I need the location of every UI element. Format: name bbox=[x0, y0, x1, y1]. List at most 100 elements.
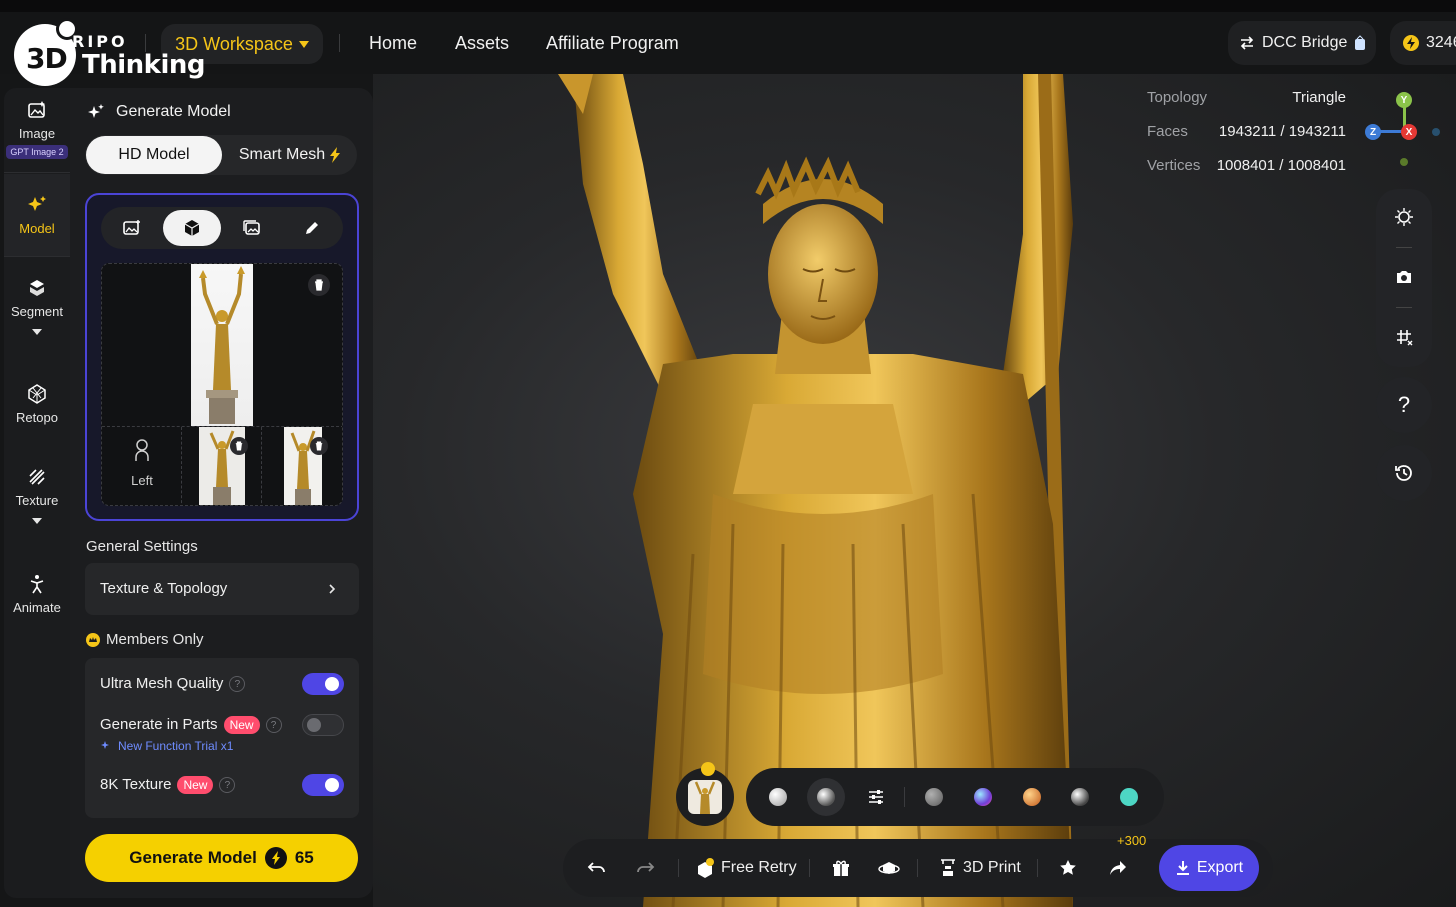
material-bar bbox=[746, 768, 1164, 826]
mint-material-ball[interactable] bbox=[1120, 788, 1138, 806]
vertices-label: Vertices bbox=[1147, 157, 1201, 174]
help-icon[interactable]: ? bbox=[229, 676, 246, 693]
generate-in-parts-toggle[interactable] bbox=[302, 714, 344, 736]
camera-icon bbox=[1397, 271, 1411, 283]
back-view-slot[interactable] bbox=[182, 427, 262, 505]
hd-model-tab[interactable]: HD Model bbox=[86, 136, 222, 174]
statue-thumbnail bbox=[688, 780, 722, 814]
rail-item-image[interactable]: Image GPT Image 2 bbox=[4, 98, 70, 159]
divider bbox=[904, 787, 905, 807]
clay-material-ball[interactable] bbox=[769, 788, 787, 806]
ar-rotate-icon bbox=[878, 862, 900, 874]
left-view-label: Left bbox=[131, 473, 153, 488]
help-icon[interactable]: ? bbox=[265, 717, 282, 734]
history-button[interactable] bbox=[1376, 445, 1432, 501]
iridescent-material-ball[interactable] bbox=[974, 788, 992, 806]
sliders-icon[interactable] bbox=[867, 788, 885, 806]
delete-image-button[interactable] bbox=[308, 274, 330, 296]
app-logo[interactable]: 3D RIPO Thinking bbox=[12, 18, 206, 88]
divider bbox=[4, 256, 70, 257]
dcc-bridge-button[interactable]: DCC Bridge bbox=[1228, 21, 1376, 65]
logo-bottom-text: Thinking bbox=[82, 50, 206, 80]
members-options-card: Ultra Mesh Quality? Generate in Parts New… bbox=[85, 658, 359, 818]
logo-mark: 3D bbox=[26, 42, 68, 75]
redo-icon bbox=[637, 862, 655, 873]
left-view-slot[interactable]: Left bbox=[102, 427, 182, 505]
bolt-icon bbox=[330, 147, 341, 163]
rail-item-animate[interactable]: Animate bbox=[4, 572, 70, 615]
crown-badge-icon bbox=[701, 762, 715, 776]
rail-item-label: Segment bbox=[10, 304, 64, 319]
3d-print-button[interactable]: 3D Print bbox=[939, 839, 1021, 897]
right-view-slot[interactable] bbox=[262, 427, 342, 505]
export-button[interactable]: Export bbox=[1159, 845, 1259, 891]
help-button[interactable]: ? bbox=[1376, 377, 1432, 433]
rail-item-retopo[interactable]: Retopo bbox=[4, 382, 70, 425]
free-retry-label: Free Retry bbox=[721, 859, 797, 876]
view-thumbnails: Left bbox=[102, 426, 342, 505]
texture-topology-row[interactable]: Texture & Topology bbox=[85, 563, 359, 615]
rail-item-label: Retopo bbox=[16, 410, 58, 425]
gift-button[interactable] bbox=[832, 839, 850, 897]
reference-thumbnail[interactable] bbox=[676, 768, 734, 826]
redo-button[interactable] bbox=[635, 839, 655, 897]
texture-topology-label: Texture & Topology bbox=[100, 580, 228, 597]
multiview-tool[interactable] bbox=[163, 210, 221, 246]
premium-icon bbox=[1355, 35, 1366, 50]
lighting-button[interactable] bbox=[1376, 197, 1432, 237]
rail-item-model[interactable]: Model bbox=[4, 193, 70, 236]
faces-value: 1943211 / 1943211 bbox=[1218, 123, 1346, 140]
axis-gizmo[interactable]: Y Z X bbox=[1363, 90, 1440, 190]
topology-label: Topology bbox=[1147, 89, 1208, 106]
credits-balance[interactable]: 3246 bbox=[1390, 21, 1456, 65]
3d-viewport[interactable]: Topology Triangle Faces 1943211 / 194321… bbox=[373, 74, 1456, 907]
pencil-icon bbox=[306, 222, 318, 234]
general-settings-heading: General Settings bbox=[86, 538, 198, 555]
copper-material-ball[interactable] bbox=[1023, 788, 1041, 806]
segment-cube-icon bbox=[30, 280, 44, 296]
gray-material-ball[interactable] bbox=[925, 788, 943, 806]
undo-button[interactable] bbox=[587, 839, 607, 897]
image-to-3d-tool[interactable] bbox=[103, 210, 161, 246]
nav-affiliate-program[interactable]: Affiliate Program bbox=[546, 33, 679, 54]
caret-down-icon bbox=[298, 40, 309, 48]
favorite-button[interactable] bbox=[1059, 839, 1077, 897]
sketch-tool[interactable] bbox=[283, 210, 341, 246]
axis-y: Y bbox=[1396, 92, 1412, 108]
textured-material-ball[interactable] bbox=[817, 788, 835, 806]
screenshot-button[interactable] bbox=[1376, 257, 1432, 297]
delete-image-button[interactable] bbox=[230, 437, 248, 455]
rail-item-texture[interactable]: Texture bbox=[4, 465, 70, 524]
help-icon[interactable]: ? bbox=[219, 777, 236, 794]
delete-image-button[interactable] bbox=[310, 437, 328, 455]
undo-icon bbox=[587, 862, 605, 873]
chrome-material-ball[interactable] bbox=[1071, 788, 1089, 806]
rail-item-label: Model bbox=[19, 221, 55, 236]
divider bbox=[917, 859, 918, 877]
rail-item-segment[interactable]: Segment bbox=[4, 276, 70, 335]
batch-images-tool[interactable] bbox=[223, 210, 281, 246]
divider bbox=[4, 172, 70, 173]
sparkle-icon bbox=[88, 104, 104, 118]
trash-icon bbox=[315, 279, 323, 291]
axis-neg-y bbox=[1400, 158, 1408, 166]
grid-toggle-button[interactable] bbox=[1376, 317, 1432, 357]
nav-assets[interactable]: Assets bbox=[455, 33, 509, 54]
smart-mesh-label: Smart Mesh bbox=[238, 146, 326, 163]
ultra-mesh-quality-toggle[interactable] bbox=[302, 673, 344, 695]
divider bbox=[339, 34, 340, 52]
smart-mesh-tab[interactable]: Smart Mesh bbox=[225, 135, 355, 175]
8k-texture-toggle[interactable] bbox=[302, 774, 344, 796]
members-only-label: Members Only bbox=[106, 631, 204, 648]
ar-view-button[interactable] bbox=[878, 839, 900, 897]
generate-model-button[interactable]: Generate Model 65 bbox=[85, 834, 358, 882]
trial-note: New Function Trial x1 bbox=[100, 739, 233, 753]
nav-home[interactable]: Home bbox=[369, 33, 417, 54]
reference-images[interactable]: Left bbox=[101, 263, 343, 506]
free-retry-button[interactable]: Free Retry bbox=[695, 839, 797, 897]
sparkle-icon bbox=[28, 196, 46, 211]
history-icon bbox=[1395, 465, 1412, 481]
statue-thumbnail bbox=[199, 266, 245, 424]
share-arrow-icon bbox=[1110, 861, 1126, 875]
image-sparkle-icon bbox=[28, 101, 45, 118]
